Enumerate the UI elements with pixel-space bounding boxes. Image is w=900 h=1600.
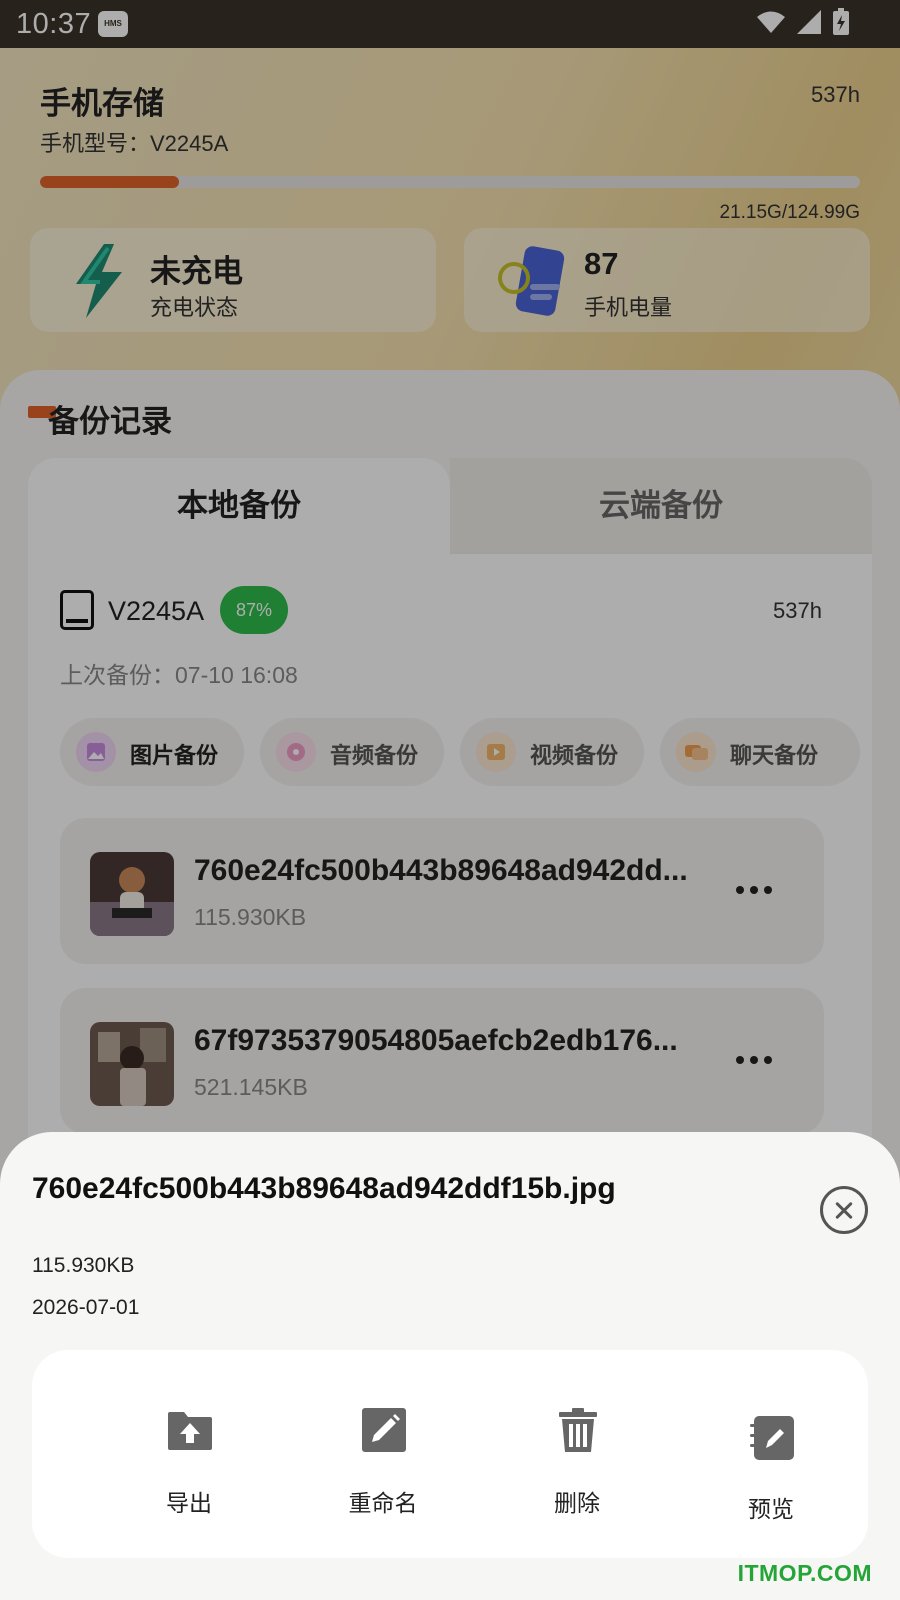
sheet-file-name: 760e24fc500b443b89648ad942ddf15b.jpg xyxy=(32,1172,616,1205)
preview-icon xyxy=(750,1416,794,1460)
rename-button[interactable]: 重命名 xyxy=(308,1406,458,1526)
delete-label: 删除 xyxy=(554,1490,600,1516)
rename-label: 重命名 xyxy=(348,1490,418,1516)
delete-button[interactable]: 删除 xyxy=(502,1406,652,1526)
site-watermark: ITMOP.COM xyxy=(737,1560,872,1586)
trash-icon xyxy=(559,1408,597,1452)
sheet-file-size: 115.930KB xyxy=(32,1254,135,1277)
export-button[interactable]: 导出 xyxy=(114,1406,264,1526)
preview-label: 预览 xyxy=(748,1496,794,1522)
close-icon[interactable] xyxy=(820,1186,868,1234)
file-action-sheet: 760e24fc500b443b89648ad942ddf15b.jpg 115… xyxy=(0,1132,900,1600)
export-label: 导出 xyxy=(166,1490,212,1516)
action-panel: 导出 重命名 删除 预览 xyxy=(32,1350,868,1558)
folder-upload-icon xyxy=(168,1412,212,1450)
sheet-file-date: 2026-07-01 xyxy=(32,1296,140,1319)
preview-button[interactable]: 预览 xyxy=(696,1406,846,1526)
edit-icon xyxy=(362,1408,406,1452)
